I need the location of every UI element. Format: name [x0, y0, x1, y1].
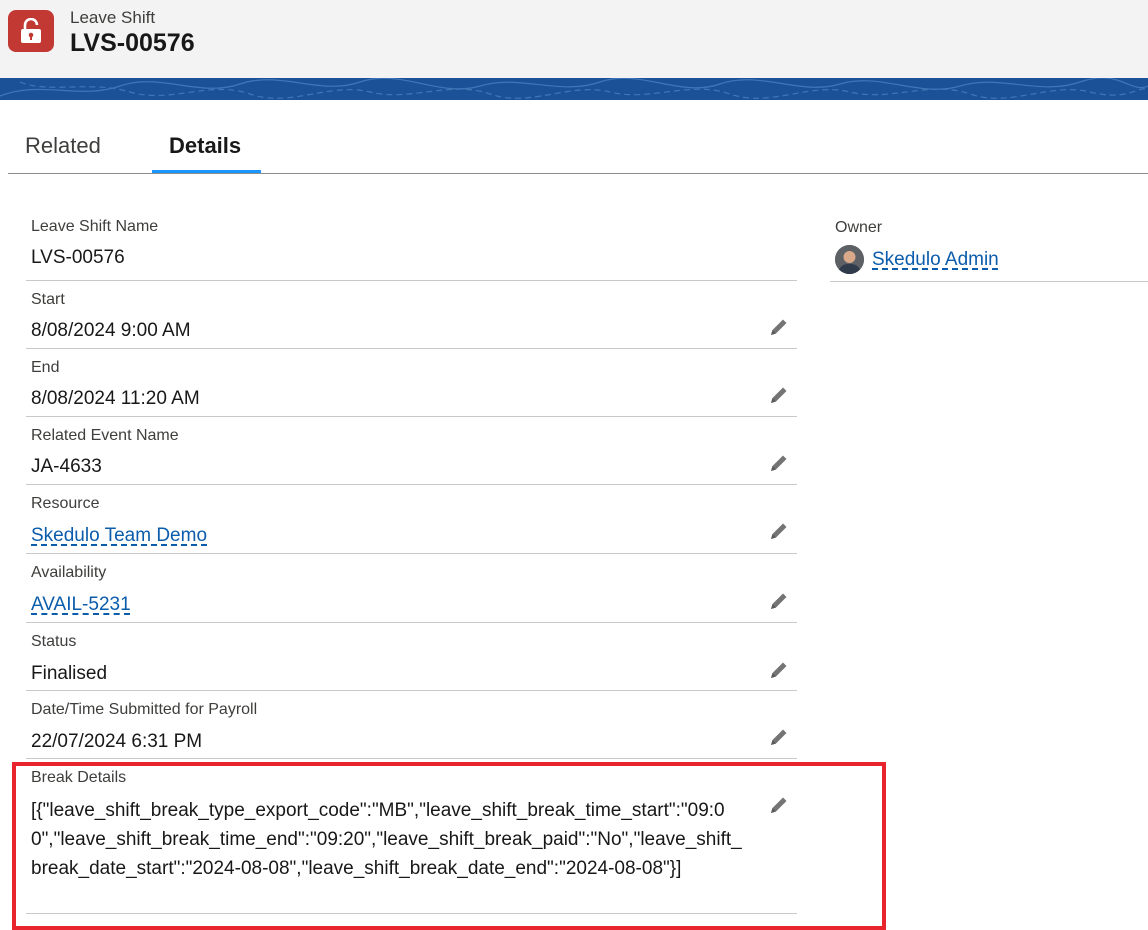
field-start: Start 8/08/2024 9:00 AM [26, 281, 797, 349]
field-label: Resource [31, 495, 100, 512]
field-status: Status Finalised [26, 623, 797, 691]
field-submitted-for-payroll: Date/Time Submitted for Payroll 22/07/20… [26, 691, 797, 759]
pencil-icon[interactable] [768, 316, 790, 338]
owner-link[interactable]: Skedulo Admin [872, 249, 999, 271]
field-label: Leave Shift Name [31, 218, 159, 235]
field-owner: Owner Skedulo Admin [830, 205, 1148, 282]
field-resource: Resource Skedulo Team Demo [26, 485, 797, 554]
field-value: 22/07/2024 6:31 PM [31, 731, 203, 752]
object-type-label: Leave Shift [70, 8, 156, 27]
field-value: 8/08/2024 9:00 AM [31, 320, 191, 341]
avatar [835, 245, 864, 274]
field-value: 8/08/2024 11:20 AM [31, 388, 200, 409]
field-label: Availability [31, 564, 107, 581]
pencil-icon[interactable] [768, 590, 790, 612]
field-related-event-name: Related Event Name JA-4633 [26, 417, 797, 485]
field-label: Start [31, 291, 65, 308]
tab-details[interactable]: Details [169, 133, 241, 159]
field-end: End 8/08/2024 11:20 AM [26, 349, 797, 417]
availability-link[interactable]: AVAIL-5231 [31, 594, 131, 616]
decorative-banner [0, 78, 1148, 100]
record-tabs: Related Details [8, 100, 1148, 175]
field-label: Break Details [31, 769, 127, 786]
field-label: Status [31, 633, 77, 650]
pencil-icon[interactable] [768, 384, 790, 406]
tab-related[interactable]: Related [25, 133, 101, 159]
field-label: Owner [835, 219, 883, 236]
field-value: LVS-00576 [31, 247, 125, 268]
field-value: JA-4633 [31, 456, 102, 477]
field-break-details: Break Details [{"leave_shift_break_type_… [26, 762, 797, 914]
pencil-icon[interactable] [768, 520, 790, 542]
tabs-divider [8, 173, 1148, 174]
resource-link[interactable]: Skedulo Team Demo [31, 525, 207, 547]
record-header: Leave Shift LVS-00576 [0, 0, 1148, 78]
pencil-icon[interactable] [768, 794, 790, 816]
pencil-icon[interactable] [768, 452, 790, 474]
record-title: LVS-00576 [70, 29, 195, 57]
field-label: End [31, 359, 60, 376]
field-value: [{"leave_shift_break_type_export_code":"… [31, 800, 742, 879]
pencil-icon[interactable] [768, 726, 790, 748]
field-availability: Availability AVAIL-5231 [26, 554, 797, 623]
pencil-icon[interactable] [768, 659, 790, 681]
field-label: Related Event Name [31, 427, 179, 444]
field-value: Finalised [31, 663, 108, 684]
lock-icon [8, 10, 54, 52]
field-leave-shift-name: Leave Shift Name LVS-00576 [26, 210, 797, 281]
field-label: Date/Time Submitted for Payroll [31, 701, 258, 718]
